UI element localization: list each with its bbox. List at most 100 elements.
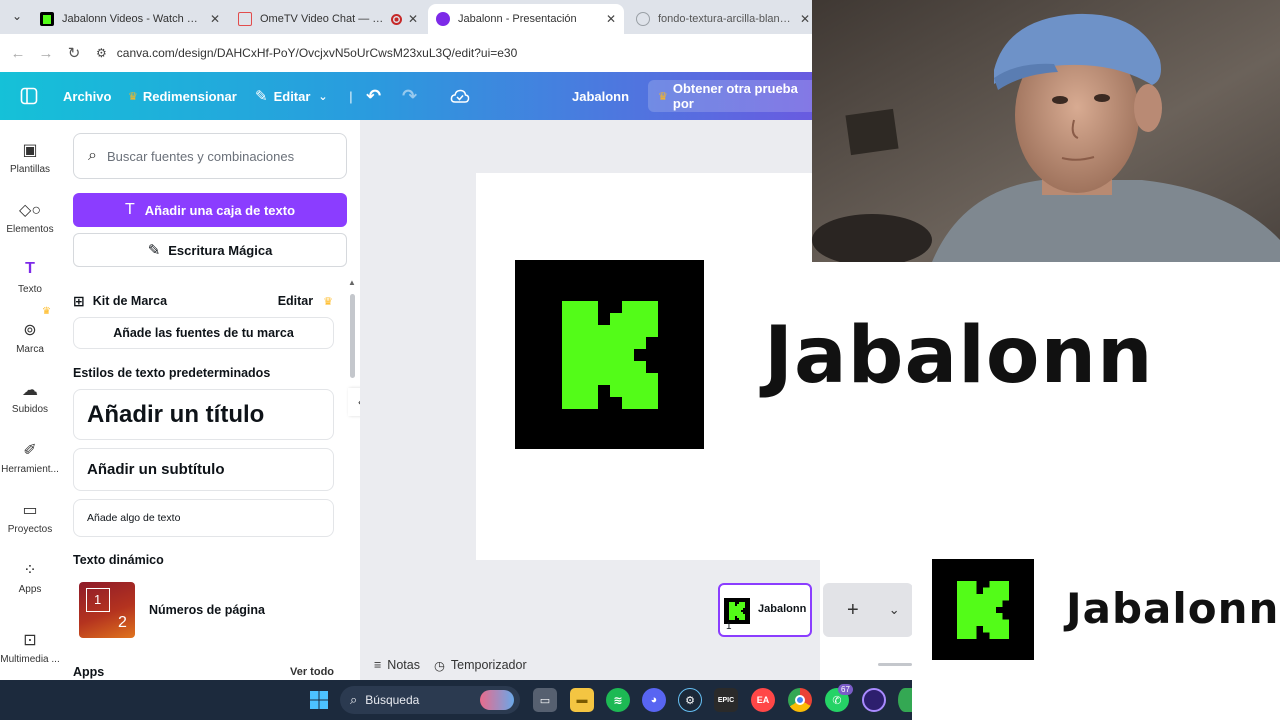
page-numbers-item[interactable]: 1 2 Números de página <box>73 576 334 643</box>
plus-icon: + <box>847 598 859 621</box>
rail-item-media[interactable]: ⊡ Multimedia ... <box>0 630 60 665</box>
crown-icon: ♛ <box>323 295 333 308</box>
see-all-link[interactable]: Ver todo <box>290 666 334 678</box>
default-styles-heading: Estilos de texto predeterminados <box>73 366 271 380</box>
panel-scrollbar[interactable] <box>350 294 355 378</box>
epic-games-icon[interactable]: EPIC <box>714 688 738 712</box>
taskbar-search[interactable]: ⌕ Búsqueda <box>340 686 520 714</box>
kick-favicon-icon <box>40 12 54 26</box>
redo-icon[interactable]: ↷ <box>402 72 417 120</box>
page-numbers-thumbnail: 1 2 <box>79 581 135 638</box>
globe-favicon-icon <box>636 12 650 26</box>
add-text-box-button[interactable]: T Añadir una caja de texto <box>73 193 347 227</box>
canva-favicon-icon <box>436 12 450 26</box>
tab-search-icon[interactable]: ⌄ <box>8 9 26 27</box>
notes-button[interactable]: Notas <box>387 658 420 672</box>
media-icon: ⊡ <box>23 632 37 649</box>
back-icon[interactable]: ← <box>4 45 32 62</box>
rail-item-label: Multimedia ... <box>0 654 60 665</box>
add-brand-fonts-button[interactable]: Añade las fuentes de tu marca <box>73 317 334 349</box>
timer-icon: ◷ <box>433 658 445 673</box>
site-settings-icon[interactable]: ⚙ <box>96 46 107 60</box>
add-body-text-button[interactable]: Añade algo de texto <box>73 499 334 537</box>
rail-item-label: Texto <box>18 284 42 295</box>
elements-icon: ◇○ <box>19 202 41 219</box>
close-tab-icon[interactable]: ✕ <box>606 12 616 26</box>
slide-title[interactable]: Jabalonn <box>764 311 1154 401</box>
rail-item-projects[interactable]: ▭ Proyectos <box>0 500 60 535</box>
page-thumbnail[interactable]: Jabalonn 1 <box>718 583 812 637</box>
trial-button[interactable]: ♛ Obtener otra prueba por <box>648 80 820 112</box>
scroll-up-icon[interactable]: ▲ <box>348 278 356 287</box>
taskbar-search-label: Búsqueda <box>365 693 420 707</box>
rail-item-label: Apps <box>18 584 42 595</box>
steam-icon[interactable]: ⚙ <box>678 688 702 712</box>
resize-label: Redimensionar <box>142 88 237 104</box>
rail-item-brand[interactable]: ⊚ Marca <box>0 320 60 355</box>
page-number: 1 <box>726 621 732 632</box>
discord-icon[interactable]: ◕ <box>642 688 666 712</box>
app-icon[interactable] <box>862 688 886 712</box>
rail-item-templates[interactable]: ▣ Plantillas <box>0 140 60 175</box>
search-placeholder: Buscar fuentes y combinaciones <box>106 148 295 164</box>
add-page-button[interactable]: + ⌄ <box>823 583 913 637</box>
add-subtitle-button[interactable]: Añadir un subtítulo <box>73 448 334 491</box>
zoom-slider[interactable] <box>878 663 912 666</box>
design-name[interactable]: Jabalonn <box>572 72 629 120</box>
text-icon: T <box>124 201 135 218</box>
recording-icon <box>390 13 402 25</box>
close-tab-icon[interactable]: ✕ <box>210 12 220 26</box>
template-icon: ▣ <box>22 142 38 159</box>
undo-icon[interactable]: ↶ <box>366 72 381 120</box>
reload-icon[interactable]: ↻ <box>60 44 88 62</box>
browser-tab-active[interactable]: Jabalonn - Presentación ✕ <box>428 4 624 34</box>
spotify-icon[interactable]: ≋ <box>606 688 630 712</box>
brand-icon: ⊚ <box>23 322 37 339</box>
toggle-sidebar-icon[interactable] <box>20 72 38 120</box>
rail-item-elements[interactable]: ◇○ Elementos <box>0 200 60 235</box>
editor-header: Archivo ♛ Redimensionar ✎ Editar ⌄ | ↶ ↷ … <box>0 72 820 120</box>
kick-logo[interactable] <box>515 260 704 449</box>
k-logo-icon <box>561 300 658 409</box>
browser-tab[interactable]: fondo-textura-arcilla-blanca-es ✕ <box>628 4 818 34</box>
crown-icon: ♛ <box>128 90 138 103</box>
edit-menu-button[interactable]: ✎ Editar ⌄ <box>255 72 328 120</box>
left-nav-rail: ▣ Plantillas ◇○ Elementos T Texto ⊚ Marc… <box>0 120 60 680</box>
k-logo-icon <box>957 580 1009 639</box>
forward-icon[interactable]: → <box>32 45 60 62</box>
url-field[interactable]: ⚙ canva.com/design/DAHCxHf-PoY/OvcjxvN5o… <box>96 46 517 60</box>
cloud-saved-icon[interactable] <box>450 72 470 120</box>
rail-item-label: Elementos <box>6 224 54 235</box>
crown-icon: ♛ <box>42 306 51 317</box>
chevron-down-icon[interactable]: ⌄ <box>889 602 900 618</box>
rail-item-text[interactable]: T Texto <box>0 260 60 295</box>
rail-item-uploads[interactable]: ☁ Subidos <box>0 380 60 415</box>
browser-tab[interactable]: OmeTV Video Chat — Ome ✕ <box>230 4 426 34</box>
task-view-icon[interactable]: ▭ <box>533 688 557 712</box>
file-menu-button[interactable]: Archivo <box>63 72 111 120</box>
timer-button[interactable]: Temporizador <box>451 658 527 672</box>
rail-item-apps[interactable]: ⁘ Apps <box>0 560 60 595</box>
browser-tab[interactable]: Jabalonn Videos - Watch On-De ✕ <box>32 4 228 34</box>
close-tab-icon[interactable]: ✕ <box>408 12 418 26</box>
overlay-title: Jabalonn <box>1066 584 1280 633</box>
rail-item-label: Herramient... <box>1 464 59 475</box>
add-brand-fonts-label: Añade las fuentes de tu marca <box>113 326 294 340</box>
add-title-button[interactable]: Añadir un título <box>73 389 334 440</box>
ea-app-icon[interactable]: EA <box>751 688 775 712</box>
windows-start-icon[interactable] <box>307 688 331 712</box>
chrome-icon[interactable] <box>788 688 812 712</box>
chrome-icon[interactable] <box>898 688 912 712</box>
windows-taskbar: ⌕ Búsqueda ▭ ▬ ≋ ◕ ⚙ EPIC EA ✆ 67 <box>0 680 912 720</box>
file-explorer-icon[interactable]: ▬ <box>570 688 594 712</box>
browser-tab-label: fondo-textura-arcilla-blanca-es <box>658 13 794 25</box>
resize-button[interactable]: ♛ Redimensionar <box>128 72 237 120</box>
brand-kit-title: Kit de Marca <box>92 294 168 308</box>
magic-write-label: Escritura Mágica <box>168 242 273 258</box>
rail-item-tools[interactable]: ✐ Herramient... <box>0 440 60 475</box>
font-search-input[interactable]: ⌕ Buscar fuentes y combinaciones <box>73 133 347 179</box>
brand-edit-link[interactable]: Editar <box>278 294 313 308</box>
close-tab-icon[interactable]: ✕ <box>800 12 810 26</box>
magic-write-button[interactable]: ✎ Escritura Mágica <box>73 233 347 267</box>
page-numbers-label: Números de página <box>149 602 265 617</box>
